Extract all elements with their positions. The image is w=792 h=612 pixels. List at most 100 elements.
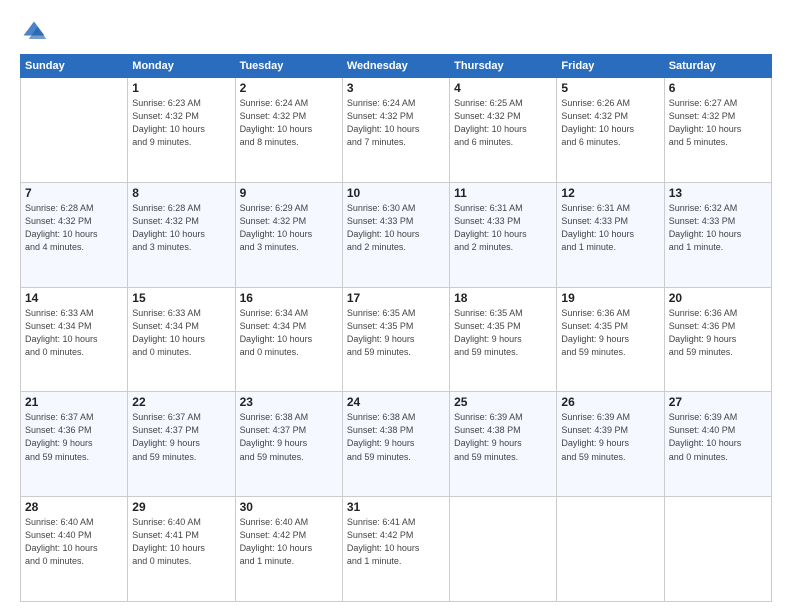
cell-info: Sunrise: 6:40 AMSunset: 4:41 PMDaylight:…	[132, 516, 230, 568]
calendar-week-1: 1 Sunrise: 6:23 AMSunset: 4:32 PMDaylight…	[21, 78, 772, 183]
calendar-cell: 10 Sunrise: 6:30 AMSunset: 4:33 PMDayligh…	[342, 182, 449, 287]
cell-info: Sunrise: 6:36 AMSunset: 4:35 PMDaylight:…	[561, 307, 659, 359]
calendar-table: SundayMondayTuesdayWednesdayThursdayFrid…	[20, 54, 772, 602]
calendar-week-5: 28 Sunrise: 6:40 AMSunset: 4:40 PMDayligh…	[21, 497, 772, 602]
day-number: 22	[132, 395, 230, 409]
calendar-cell	[557, 497, 664, 602]
cell-info: Sunrise: 6:25 AMSunset: 4:32 PMDaylight:…	[454, 97, 552, 149]
day-number: 18	[454, 291, 552, 305]
day-number: 1	[132, 81, 230, 95]
cell-info: Sunrise: 6:33 AMSunset: 4:34 PMDaylight:…	[132, 307, 230, 359]
calendar-cell: 19 Sunrise: 6:36 AMSunset: 4:35 PMDayligh…	[557, 287, 664, 392]
day-number: 7	[25, 186, 123, 200]
calendar-cell: 16 Sunrise: 6:34 AMSunset: 4:34 PMDayligh…	[235, 287, 342, 392]
calendar-cell: 11Sunrise: 6:31 AMSunset: 4:33 PMDayligh…	[450, 182, 557, 287]
cell-info: Sunrise: 6:26 AMSunset: 4:32 PMDaylight:…	[561, 97, 659, 149]
day-number: 20	[669, 291, 767, 305]
cell-info: Sunrise: 6:23 AMSunset: 4:32 PMDaylight:…	[132, 97, 230, 149]
cell-info: Sunrise: 6:34 AMSunset: 4:34 PMDaylight:…	[240, 307, 338, 359]
day-number: 16	[240, 291, 338, 305]
cell-info: Sunrise: 6:40 AMSunset: 4:42 PMDaylight:…	[240, 516, 338, 568]
calendar-cell: 8Sunrise: 6:28 AMSunset: 4:32 PMDaylight…	[128, 182, 235, 287]
cell-info: Sunrise: 6:41 AMSunset: 4:42 PMDaylight:…	[347, 516, 445, 568]
calendar-cell: 31Sunrise: 6:41 AMSunset: 4:42 PMDayligh…	[342, 497, 449, 602]
calendar-cell: 21 Sunrise: 6:37 AMSunset: 4:36 PMDayligh…	[21, 392, 128, 497]
cell-info: Sunrise: 6:31 AMSunset: 4:33 PMDaylight:…	[454, 202, 552, 254]
logo-icon	[20, 18, 48, 46]
day-number: 6	[669, 81, 767, 95]
calendar-cell: 20 Sunrise: 6:36 AMSunset: 4:36 PMDayligh…	[664, 287, 771, 392]
calendar-cell: 7 Sunrise: 6:28 AMSunset: 4:32 PMDaylight…	[21, 182, 128, 287]
cell-info: Sunrise: 6:38 AMSunset: 4:38 PMDaylight:…	[347, 411, 445, 463]
day-number: 28	[25, 500, 123, 514]
logo	[20, 18, 52, 46]
calendar-dow-friday: Friday	[557, 55, 664, 78]
cell-info: Sunrise: 6:24 AMSunset: 4:32 PMDaylight:…	[240, 97, 338, 149]
day-number: 2	[240, 81, 338, 95]
calendar-cell: 13 Sunrise: 6:32 AMSunset: 4:33 PMDayligh…	[664, 182, 771, 287]
cell-info: Sunrise: 6:38 AMSunset: 4:37 PMDaylight:…	[240, 411, 338, 463]
day-number: 10	[347, 186, 445, 200]
calendar-cell: 1 Sunrise: 6:23 AMSunset: 4:32 PMDaylight…	[128, 78, 235, 183]
cell-info: Sunrise: 6:24 AMSunset: 4:32 PMDaylight:…	[347, 97, 445, 149]
calendar-cell	[21, 78, 128, 183]
calendar-cell	[664, 497, 771, 602]
day-number: 4	[454, 81, 552, 95]
day-number: 21	[25, 395, 123, 409]
cell-info: Sunrise: 6:33 AMSunset: 4:34 PMDaylight:…	[25, 307, 123, 359]
cell-info: Sunrise: 6:35 AMSunset: 4:35 PMDaylight:…	[347, 307, 445, 359]
cell-info: Sunrise: 6:35 AMSunset: 4:35 PMDaylight:…	[454, 307, 552, 359]
calendar-cell: 4 Sunrise: 6:25 AMSunset: 4:32 PMDaylight…	[450, 78, 557, 183]
cell-info: Sunrise: 6:28 AMSunset: 4:32 PMDaylight:…	[25, 202, 123, 254]
day-number: 5	[561, 81, 659, 95]
cell-info: Sunrise: 6:39 AMSunset: 4:40 PMDaylight:…	[669, 411, 767, 463]
header	[20, 18, 772, 46]
cell-info: Sunrise: 6:29 AMSunset: 4:32 PMDaylight:…	[240, 202, 338, 254]
calendar-cell: 27 Sunrise: 6:39 AMSunset: 4:40 PMDayligh…	[664, 392, 771, 497]
day-number: 25	[454, 395, 552, 409]
calendar-cell: 18 Sunrise: 6:35 AMSunset: 4:35 PMDayligh…	[450, 287, 557, 392]
cell-info: Sunrise: 6:39 AMSunset: 4:38 PMDaylight:…	[454, 411, 552, 463]
calendar-cell: 22 Sunrise: 6:37 AMSunset: 4:37 PMDayligh…	[128, 392, 235, 497]
cell-info: Sunrise: 6:27 AMSunset: 4:32 PMDaylight:…	[669, 97, 767, 149]
day-number: 24	[347, 395, 445, 409]
cell-info: Sunrise: 6:32 AMSunset: 4:33 PMDaylight:…	[669, 202, 767, 254]
day-number: 30	[240, 500, 338, 514]
calendar-cell: 15 Sunrise: 6:33 AMSunset: 4:34 PMDayligh…	[128, 287, 235, 392]
calendar-cell: 28 Sunrise: 6:40 AMSunset: 4:40 PMDayligh…	[21, 497, 128, 602]
calendar-dow-monday: Monday	[128, 55, 235, 78]
calendar-dow-thursday: Thursday	[450, 55, 557, 78]
calendar-cell: 6 Sunrise: 6:27 AMSunset: 4:32 PMDaylight…	[664, 78, 771, 183]
day-number: 23	[240, 395, 338, 409]
day-number: 13	[669, 186, 767, 200]
calendar-week-4: 21 Sunrise: 6:37 AMSunset: 4:36 PMDayligh…	[21, 392, 772, 497]
day-number: 26	[561, 395, 659, 409]
calendar-week-2: 7 Sunrise: 6:28 AMSunset: 4:32 PMDaylight…	[21, 182, 772, 287]
cell-info: Sunrise: 6:28 AMSunset: 4:32 PMDaylight:…	[132, 202, 230, 254]
cell-info: Sunrise: 6:40 AMSunset: 4:40 PMDaylight:…	[25, 516, 123, 568]
calendar-dow-tuesday: Tuesday	[235, 55, 342, 78]
cell-info: Sunrise: 6:37 AMSunset: 4:37 PMDaylight:…	[132, 411, 230, 463]
calendar-dow-wednesday: Wednesday	[342, 55, 449, 78]
cell-info: Sunrise: 6:36 AMSunset: 4:36 PMDaylight:…	[669, 307, 767, 359]
cell-info: Sunrise: 6:31 AMSunset: 4:33 PMDaylight:…	[561, 202, 659, 254]
calendar-header-row: SundayMondayTuesdayWednesdayThursdayFrid…	[21, 55, 772, 78]
calendar-cell: 25 Sunrise: 6:39 AMSunset: 4:38 PMDayligh…	[450, 392, 557, 497]
day-number: 14	[25, 291, 123, 305]
calendar-cell: 2 Sunrise: 6:24 AMSunset: 4:32 PMDaylight…	[235, 78, 342, 183]
day-number: 19	[561, 291, 659, 305]
calendar-cell: 29Sunrise: 6:40 AMSunset: 4:41 PMDayligh…	[128, 497, 235, 602]
calendar-cell: 23 Sunrise: 6:38 AMSunset: 4:37 PMDayligh…	[235, 392, 342, 497]
cell-info: Sunrise: 6:37 AMSunset: 4:36 PMDaylight:…	[25, 411, 123, 463]
calendar-cell: 26Sunrise: 6:39 AMSunset: 4:39 PMDayligh…	[557, 392, 664, 497]
cell-info: Sunrise: 6:30 AMSunset: 4:33 PMDaylight:…	[347, 202, 445, 254]
calendar-dow-saturday: Saturday	[664, 55, 771, 78]
calendar-cell: 12Sunrise: 6:31 AMSunset: 4:33 PMDayligh…	[557, 182, 664, 287]
calendar-cell	[450, 497, 557, 602]
calendar-cell: 24 Sunrise: 6:38 AMSunset: 4:38 PMDayligh…	[342, 392, 449, 497]
day-number: 15	[132, 291, 230, 305]
calendar-cell: 17Sunrise: 6:35 AMSunset: 4:35 PMDayligh…	[342, 287, 449, 392]
calendar-cell: 3Sunrise: 6:24 AMSunset: 4:32 PMDaylight…	[342, 78, 449, 183]
day-number: 27	[669, 395, 767, 409]
calendar-cell: 14 Sunrise: 6:33 AMSunset: 4:34 PMDayligh…	[21, 287, 128, 392]
